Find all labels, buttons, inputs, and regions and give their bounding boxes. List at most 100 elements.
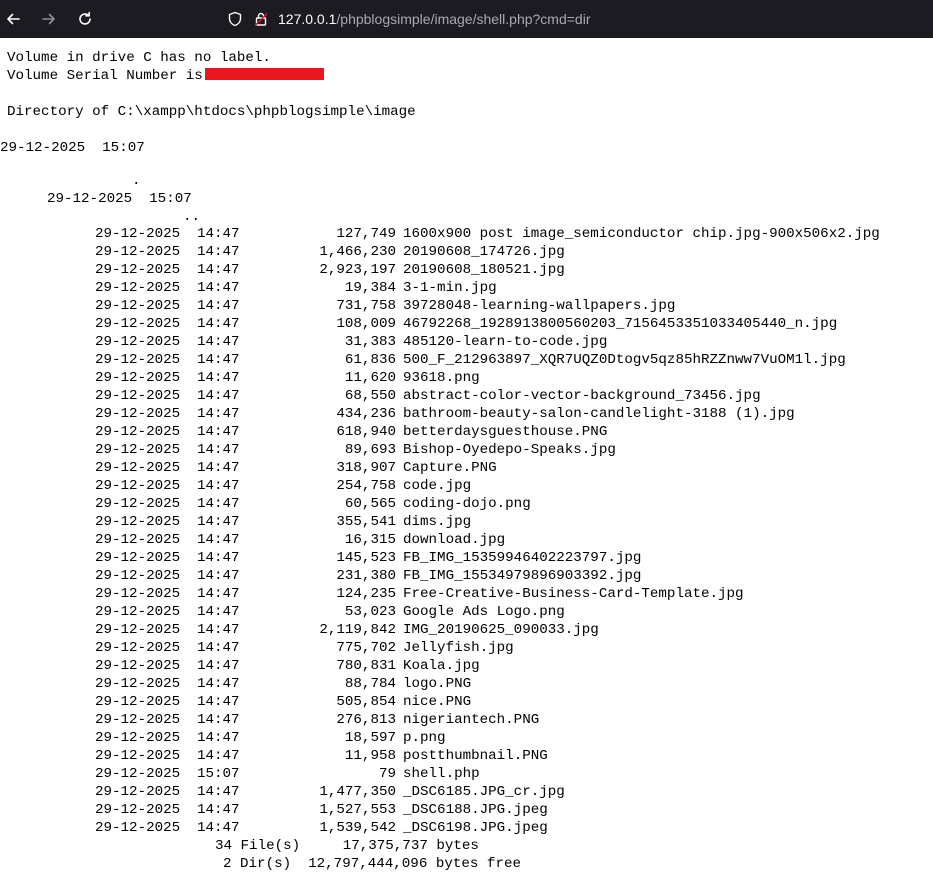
file-name: Jellyfish.jpg bbox=[403, 640, 514, 656]
file-date: 29-12-2025 bbox=[95, 514, 181, 530]
file-row: 29-12-2025 14:47 124,235 Free-Creative-Busi… bbox=[0, 585, 933, 603]
command-output: Volume in drive C has no label. Volume S… bbox=[0, 38, 933, 890]
file-size: 18,597 bbox=[344, 730, 396, 746]
file-size: 2,923,197 bbox=[319, 262, 396, 278]
file-row: 29-12-2025 14:47 68,550 abstract-color-vect… bbox=[0, 387, 933, 405]
file-size: 11,620 bbox=[344, 370, 396, 386]
file-time: 14:47 bbox=[197, 226, 240, 242]
file-time: 14:47 bbox=[197, 316, 240, 332]
file-time: 14:47 bbox=[197, 640, 240, 656]
file-name: 46792268_1928913800560203_71564533510334… bbox=[403, 316, 838, 332]
file-name: dims.jpg bbox=[403, 514, 472, 530]
file-name: 1600x900 post image_semiconductor chip.j… bbox=[403, 226, 880, 242]
file-name: FB_IMG_15534979896903392.jpg bbox=[403, 568, 642, 584]
file-time: 14:47 bbox=[197, 802, 240, 818]
file-time: 14:47 bbox=[197, 424, 240, 440]
file-size: 2,119,842 bbox=[319, 622, 396, 638]
file-time: 14:47 bbox=[197, 406, 240, 422]
file-size: 775,702 bbox=[336, 640, 396, 656]
file-time: 14:47 bbox=[197, 820, 240, 836]
file-row: 29-12-2025 14:47 276,813 nigeriantech.PNG bbox=[0, 711, 933, 729]
file-row: 29-12-2025 14:47 1,527,553 _DSC6188.JPG.jpe… bbox=[0, 801, 933, 819]
file-row: 29-12-2025 14:47 355,541 dims.jpg bbox=[0, 513, 933, 531]
file-time: 14:47 bbox=[197, 334, 240, 350]
file-date: 29-12-2025 bbox=[95, 712, 181, 728]
file-size: 11,958 bbox=[344, 748, 396, 764]
file-size: 79 bbox=[378, 766, 396, 782]
file-size: 19,384 bbox=[344, 280, 396, 296]
file-row: 29-12-2025 14:47 2,923,197 20190608_180521.… bbox=[0, 261, 933, 279]
shield-icon[interactable] bbox=[226, 10, 244, 28]
file-name: betterdaysguesthouse.PNG bbox=[403, 424, 608, 440]
file-row: 29-12-2025 14:47 1,466,230 20190608_174726.… bbox=[0, 243, 933, 261]
file-time: 15:07 bbox=[197, 766, 240, 782]
file-row: 29-12-2025 14:47 318,907 Capture.PNG bbox=[0, 459, 933, 477]
file-time: 14:47 bbox=[197, 532, 240, 548]
file-time: 14:47 bbox=[197, 280, 240, 296]
file-row: 29-12-2025 14:47 31,383 485120-learn-to-cod… bbox=[0, 333, 933, 351]
file-date: 29-12-2025 bbox=[95, 316, 181, 332]
file-size: 1,539,542 bbox=[319, 820, 396, 836]
file-date: 29-12-2025 bbox=[95, 370, 181, 386]
file-row: 29-12-2025 14:47 11,958 postthumbnail.PNG bbox=[0, 747, 933, 765]
file-size: 276,813 bbox=[336, 712, 396, 728]
file-time: 14:47 bbox=[197, 568, 240, 584]
file-row: 29-12-2025 14:47 61,836 500_F_212963897_XQR… bbox=[0, 351, 933, 369]
file-name: _DSC6188.JPG.jpeg bbox=[403, 802, 548, 818]
file-row: 29-12-2025 14:47 16,315 download.jpg bbox=[0, 531, 933, 549]
file-row: 29-12-2025 14:47 775,702 Jellyfish.jpg bbox=[0, 639, 933, 657]
file-size: 124,235 bbox=[336, 586, 396, 602]
file-date: 29-12-2025 bbox=[95, 298, 181, 314]
file-time: 14:47 bbox=[197, 478, 240, 494]
forward-arrow-icon[interactable] bbox=[37, 7, 61, 31]
file-row: 29-12-2025 14:47 780,831 Koala.jpg bbox=[0, 657, 933, 675]
file-time: 14:47 bbox=[197, 388, 240, 404]
back-arrow-icon[interactable] bbox=[1, 7, 25, 31]
file-date: 29-12-2025 bbox=[95, 658, 181, 674]
file-row: 29-12-2025 14:47 505,854 nice.PNG bbox=[0, 693, 933, 711]
file-time: 14:47 bbox=[197, 460, 240, 476]
file-row: 29-12-2025 14:47 11,620 93618.png bbox=[0, 369, 933, 387]
file-row: 29-12-2025 14:47 89,693 Bishop-Oyedepo-Spea… bbox=[0, 441, 933, 459]
file-row: 29-12-2025 14:47 145,523 FB_IMG_15359946402… bbox=[0, 549, 933, 567]
file-time: 14:47 bbox=[197, 712, 240, 728]
reload-icon[interactable] bbox=[73, 7, 97, 31]
file-name: FB_IMG_15359946402223797.jpg bbox=[403, 550, 642, 566]
file-row: 29-12-2025 14:47 1,477,350 _DSC6185.JPG_cr.… bbox=[0, 783, 933, 801]
file-date: 29-12-2025 bbox=[95, 226, 181, 242]
file-time: 14:47 bbox=[197, 370, 240, 386]
file-size: 731,758 bbox=[336, 298, 396, 314]
file-size: 53,023 bbox=[344, 604, 396, 620]
file-date: 29-12-2025 bbox=[95, 748, 181, 764]
file-size: 60,565 bbox=[344, 496, 396, 512]
file-row: 29-12-2025 14:47 19,384 3-1-min.jpg bbox=[0, 279, 933, 297]
file-date: 29-12-2025 bbox=[95, 640, 181, 656]
file-row: 29-12-2025 14:47 18,597 p.png bbox=[0, 729, 933, 747]
file-size: 88,784 bbox=[344, 676, 396, 692]
lock-icon[interactable] bbox=[252, 10, 270, 28]
file-name: 20190608_174726.jpg bbox=[403, 244, 565, 260]
file-date: 29-12-2025 bbox=[95, 622, 181, 638]
file-size: 1,466,230 bbox=[319, 244, 396, 260]
file-date: 29-12-2025 bbox=[95, 352, 181, 368]
file-date: 29-12-2025 bbox=[95, 802, 181, 818]
file-size: 254,758 bbox=[336, 478, 396, 494]
file-date: 29-12-2025 bbox=[95, 424, 181, 440]
file-time: 14:47 bbox=[197, 442, 240, 458]
file-name: 20190608_180521.jpg bbox=[403, 262, 565, 278]
file-date: 29-12-2025 bbox=[95, 568, 181, 584]
url-bar[interactable]: 127.0.0.1/phpblogsimple/image/shell.php?… bbox=[226, 0, 590, 38]
file-row: 29-12-2025 15:07 79 shell.php bbox=[0, 765, 933, 783]
file-name: 485120-learn-to-code.jpg bbox=[403, 334, 608, 350]
dir-date-line: 29-12-2025 15:07 bbox=[0, 140, 145, 156]
file-date: 29-12-2025 bbox=[95, 460, 181, 476]
file-size: 145,523 bbox=[336, 550, 396, 566]
url-text[interactable]: 127.0.0.1/phpblogsimple/image/shell.php?… bbox=[278, 11, 590, 27]
file-size: 68,550 bbox=[344, 388, 396, 404]
file-date: 29-12-2025 bbox=[95, 280, 181, 296]
file-row: 29-12-2025 14:47 434,236 bathroom-beauty-sa… bbox=[0, 405, 933, 423]
file-time: 14:47 bbox=[197, 730, 240, 746]
file-name: coding-dojo.png bbox=[403, 496, 531, 512]
file-date: 29-12-2025 bbox=[95, 442, 181, 458]
file-date: 29-12-2025 bbox=[95, 784, 181, 800]
